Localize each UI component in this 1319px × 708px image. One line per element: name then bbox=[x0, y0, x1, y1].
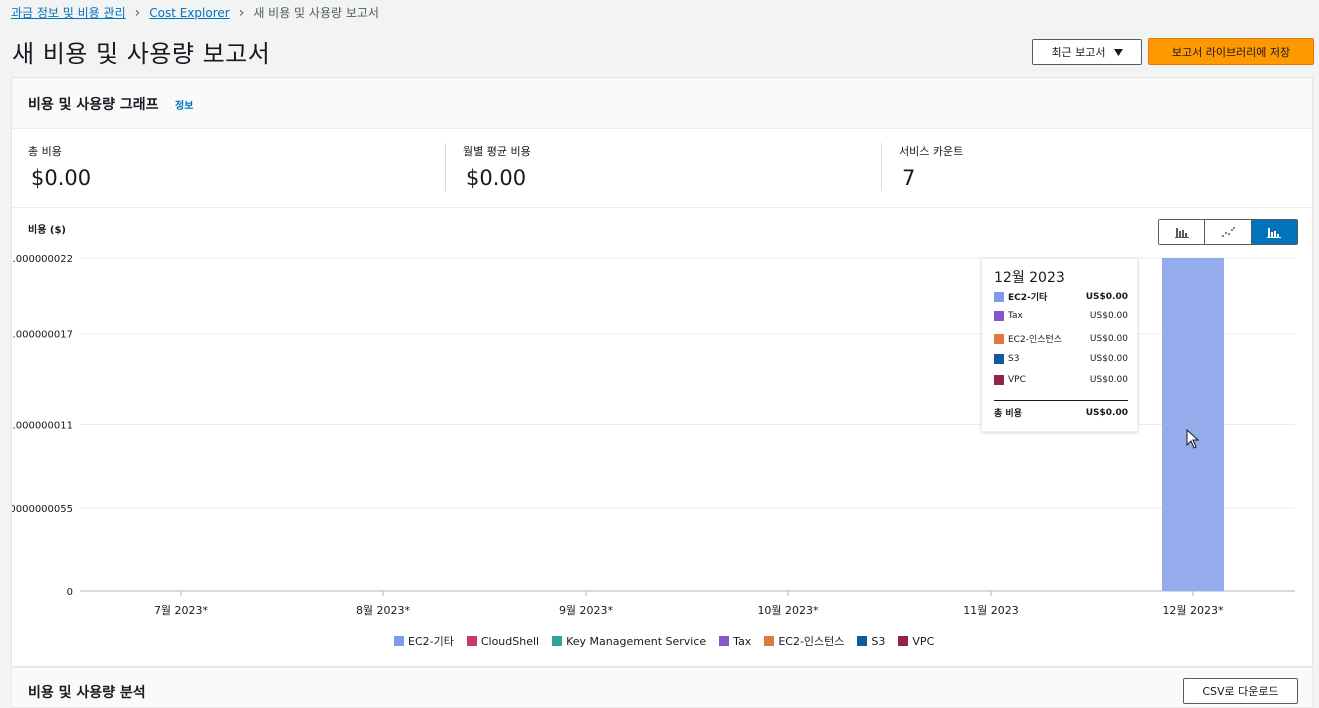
legend-label: EC2-기타 bbox=[408, 635, 454, 648]
tooltip-divider bbox=[994, 400, 1128, 401]
metric-value: $0.00 bbox=[466, 166, 527, 190]
tooltip-swatch bbox=[994, 311, 1004, 321]
tooltip-row-name: VPC bbox=[1008, 375, 1026, 385]
legend-item[interactable]: EC2-인스턴스 bbox=[764, 633, 844, 649]
section-title: 비용 및 사용량 분석 bbox=[28, 685, 146, 701]
save-to-library-button[interactable]: 보고서 라이브러리에 저장 bbox=[1148, 38, 1314, 65]
chart-tooltip: 12월 2023 EC2-기타 US$0.00 Tax US$0.00 EC2-… bbox=[981, 258, 1138, 432]
tooltip-swatch bbox=[994, 333, 1004, 344]
breadcrumb-billing-link[interactable]: 과금 정보 및 비용 관리 bbox=[11, 4, 126, 21]
tooltip-title: 12월 2023 bbox=[994, 270, 1065, 286]
tooltip-row-value: US$0.00 bbox=[1089, 333, 1128, 344]
breadcrumb-cost-explorer-link[interactable]: Cost Explorer bbox=[149, 6, 229, 20]
breadcrumb: 과금 정보 및 비용 관리 › Cost Explorer › 새 비용 및 사… bbox=[11, 4, 379, 21]
legend-swatch bbox=[898, 636, 909, 646]
tooltip-swatch bbox=[994, 291, 1004, 302]
x-tick-label: 10월 2023* bbox=[757, 604, 819, 617]
legend-swatch bbox=[466, 636, 477, 646]
y-tick-label: 0.000000017 bbox=[12, 330, 73, 341]
info-link[interactable]: 정보 bbox=[175, 97, 193, 112]
metric-divider bbox=[445, 143, 446, 191]
bar-chart-toggle[interactable] bbox=[1159, 220, 1206, 244]
stacked-bar-chart-icon bbox=[1267, 228, 1282, 238]
legend-swatch bbox=[552, 636, 563, 646]
page-title: 새 비용 및 사용량 보고서 bbox=[12, 40, 271, 68]
metric-label: 월별 평균 비용 bbox=[463, 145, 531, 158]
x-tick-label: 8월 2023* bbox=[356, 604, 411, 617]
line-chart-icon bbox=[1221, 227, 1235, 237]
legend-item[interactable]: VPC bbox=[898, 633, 934, 649]
legend-label: EC2-인스턴스 bbox=[778, 635, 845, 648]
stacked-bar-chart-toggle[interactable] bbox=[1251, 220, 1297, 244]
tooltip-row-value: US$0.00 bbox=[1089, 311, 1128, 321]
y-tick-label: 0.0000000055 bbox=[12, 504, 73, 515]
chevron-right-icon: › bbox=[238, 4, 245, 21]
legend-item[interactable]: EC2-기타 bbox=[394, 633, 454, 649]
tooltip-row-name: S3 bbox=[1008, 354, 1020, 364]
tooltip-row-value: US$0.00 bbox=[1089, 354, 1128, 364]
tooltip-row: S3 US$0.00 bbox=[994, 354, 1128, 364]
chart-legend: EC2-기타 CloudShell Key Management Service… bbox=[394, 633, 947, 649]
chart-type-toggle bbox=[1158, 219, 1298, 245]
tooltip-row-name: Tax bbox=[1008, 311, 1023, 321]
tooltip-total-row: 총 비용 US$0.00 bbox=[994, 406, 1128, 420]
breadcrumb-current: 새 비용 및 사용량 보고서 bbox=[253, 6, 379, 20]
recent-reports-label: 최근 보고서 bbox=[1051, 46, 1106, 59]
metric-monthly-avg: 월별 평균 비용 $0.00 bbox=[463, 143, 531, 190]
legend-swatch bbox=[764, 636, 775, 646]
legend-swatch bbox=[857, 636, 868, 646]
legend-swatch bbox=[719, 636, 730, 646]
metric-value: $0.00 bbox=[31, 166, 92, 190]
tooltip-row: Tax US$0.00 bbox=[994, 311, 1128, 321]
legend-item[interactable]: Tax bbox=[719, 633, 751, 649]
legend-label: CloudShell bbox=[480, 634, 540, 648]
legend-label: Key Management Service bbox=[566, 634, 707, 648]
x-tick-label: 7월 2023* bbox=[154, 604, 209, 617]
line-chart-toggle[interactable] bbox=[1205, 220, 1252, 244]
download-csv-button[interactable]: CSV로 다운로드 bbox=[1183, 678, 1298, 704]
metric-total-cost: 총 비용 $0.00 bbox=[28, 143, 91, 190]
y-axis-label: 비용 ($) bbox=[28, 225, 66, 236]
tooltip-row-name: EC2-기타 bbox=[1008, 293, 1048, 303]
legend-item[interactable]: S3 bbox=[857, 633, 885, 649]
legend-swatch bbox=[394, 636, 404, 646]
legend-item[interactable]: CloudShell bbox=[466, 633, 540, 649]
x-tick-label: 9월 2023* bbox=[559, 604, 614, 617]
bar[interactable] bbox=[1162, 258, 1224, 591]
x-tick-label: 12월 2023* bbox=[1162, 604, 1224, 617]
metrics-row: 총 비용 $0.00 월별 평균 비용 $0.00 서비스 카운트 7 bbox=[12, 130, 1312, 208]
metric-label: 서비스 카운트 bbox=[899, 145, 964, 158]
tooltip-row-value: US$0.00 bbox=[1089, 375, 1128, 385]
metric-divider bbox=[881, 143, 882, 191]
recent-reports-button[interactable]: 최근 보고서 bbox=[1032, 39, 1142, 65]
bar-chart-icon bbox=[1174, 228, 1189, 238]
legend-item[interactable]: Key Management Service bbox=[552, 633, 706, 649]
tooltip-swatch bbox=[994, 375, 1004, 385]
cost-usage-analysis-section: 비용 및 사용량 분석 CSV로 다운로드 bbox=[11, 667, 1313, 708]
mouse-pointer-icon bbox=[1186, 429, 1200, 449]
tooltip-row-value: US$0.00 bbox=[1085, 291, 1128, 302]
x-tick-label: 11월 2023 bbox=[963, 604, 1019, 617]
legend-label: S3 bbox=[871, 634, 886, 648]
tooltip-row: EC2-기타 US$0.00 bbox=[994, 290, 1128, 303]
y-tick-label: 0.000000011 bbox=[12, 421, 73, 432]
metric-service-count: 서비스 카운트 7 bbox=[899, 143, 963, 190]
tooltip-row: VPC US$0.00 bbox=[994, 375, 1128, 385]
cost-usage-graph-panel: 비용 및 사용량 그래프 정보 총 비용 $0.00 월별 평균 비용 $0.0… bbox=[11, 77, 1313, 667]
tooltip-row: EC2-인스턴스 US$0.00 bbox=[994, 332, 1128, 345]
caret-down-icon bbox=[1113, 48, 1123, 56]
tooltip-total-label: 총 비용 bbox=[994, 409, 1022, 419]
chevron-right-icon: › bbox=[134, 4, 141, 21]
legend-label: VPC bbox=[912, 634, 935, 648]
panel-title: 비용 및 사용량 그래프 bbox=[28, 97, 159, 113]
metric-value: 7 bbox=[902, 166, 916, 190]
metric-label: 총 비용 bbox=[28, 145, 62, 158]
tooltip-row-name: EC2-인스턴스 bbox=[1008, 335, 1063, 345]
tooltip-swatch bbox=[994, 354, 1004, 364]
panel-header: 비용 및 사용량 그래프 정보 bbox=[12, 78, 1312, 129]
tooltip-total-value: US$0.00 bbox=[1085, 407, 1128, 418]
y-tick-label: 0 bbox=[67, 587, 73, 598]
legend-label: Tax bbox=[733, 634, 752, 648]
y-tick-label: 0.000000022 bbox=[12, 254, 73, 265]
